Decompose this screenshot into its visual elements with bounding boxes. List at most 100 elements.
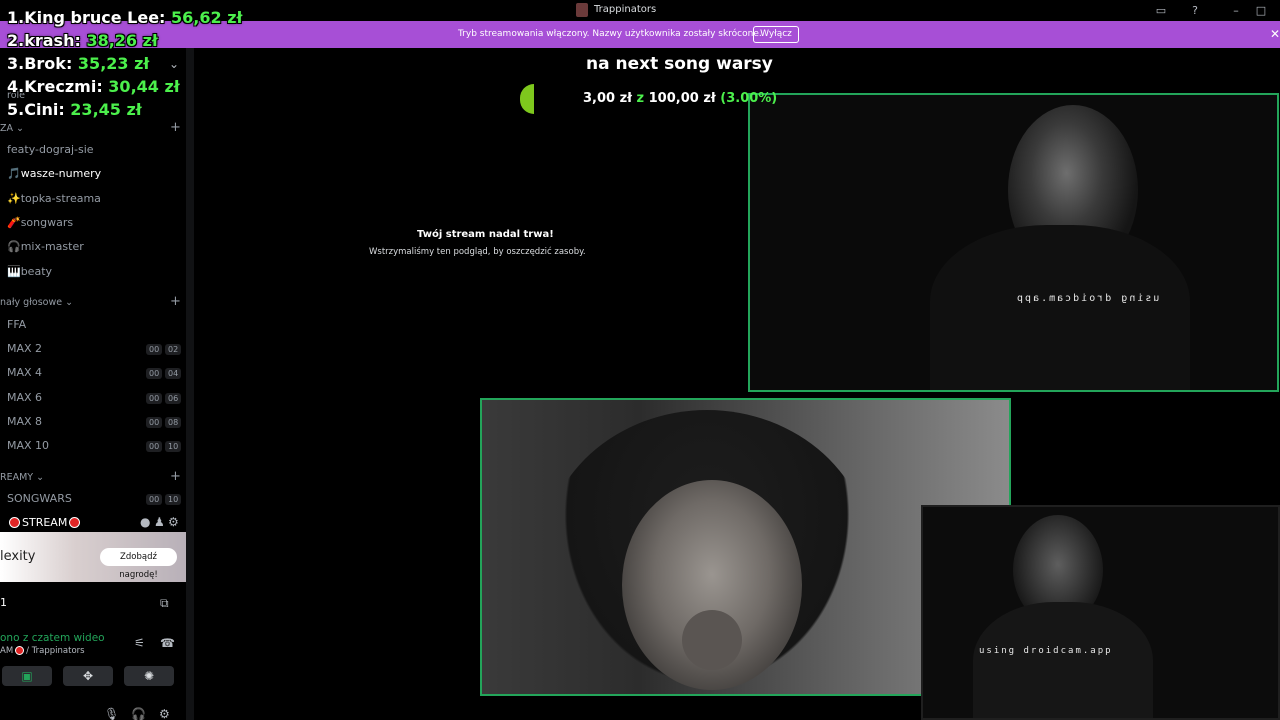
donor-amount: 38,26 zł — [86, 31, 158, 50]
droidcam-watermark: using droidcam.app — [1015, 293, 1160, 304]
goal-current: 3,00 zł — [583, 91, 632, 106]
add-channel-icon[interactable]: + — [170, 120, 181, 135]
live-dot-icon — [15, 646, 25, 655]
channel-label: beaty — [20, 265, 53, 278]
voice-channel[interactable]: MAX 8 — [7, 415, 42, 428]
participant-hand — [682, 610, 742, 670]
channel-label: SONGWARS — [7, 492, 72, 505]
participant-body — [973, 602, 1153, 718]
donor-row: 5.Cini: 23,45 zł — [7, 98, 242, 121]
donor-amount: 35,23 zł — [77, 54, 150, 73]
disconnect-icon[interactable]: ☎ — [160, 636, 175, 650]
goal-progress-arc — [520, 84, 534, 114]
voice-channel[interactable]: MAX 2 — [7, 342, 42, 355]
goal-separator: z — [636, 91, 645, 106]
category-label: ZA — [0, 123, 14, 134]
user-limit-badge: 02 — [165, 344, 182, 355]
user-number: 1 — [0, 596, 7, 609]
text-channel[interactable]: ✨topka-streama — [7, 192, 101, 205]
add-voice-channel-icon[interactable]: + — [170, 294, 181, 309]
user-count-badge: 00 — [146, 393, 163, 404]
channel-emoji-icon: ✨ — [7, 192, 21, 205]
donor-row: 4.Kreczmi: 30,44 zł — [7, 75, 242, 98]
screen-share-icon[interactable]: ⧉ — [160, 596, 169, 611]
channel-label: topka-streama — [20, 192, 101, 205]
donor-rank: 1. — [7, 8, 25, 27]
channel-emoji-icon: 🎵 — [7, 167, 21, 180]
channel-emoji-icon: 🎹 — [7, 265, 21, 278]
server-name: / Trappinators — [26, 646, 85, 656]
channel-emoji-icon: 🎧 — [7, 240, 21, 253]
text-channel[interactable]: 🎵wasze-numery — [7, 167, 101, 180]
goal-percent: (3.00%) — [720, 91, 778, 106]
channel-emoji-icon: 🧨 — [7, 216, 21, 229]
promo-name: lexity — [0, 549, 36, 564]
banner-message: Tryb streamowania włączony. Nazwy użytko… — [458, 29, 762, 39]
chat-icon[interactable]: ● — [140, 515, 150, 529]
stream-voice-channel[interactable]: SONGWARS — [7, 492, 72, 505]
voice-channel[interactable]: MAX 6 — [7, 391, 42, 404]
channel-sidebar: role ⌄ ZA ⌄ + nały głosowe ⌄ + REAMY ⌄ +… — [0, 48, 186, 720]
goal-amount: 3,00 zł z 100,00 zł (3.00%) — [583, 91, 777, 106]
claim-reward-button[interactable]: Zdobądź nagrodę! — [100, 548, 177, 580]
voice-channel[interactable]: MAX 10 — [7, 439, 49, 452]
donor-name: Cini: — [24, 100, 65, 119]
live-dot-icon — [69, 517, 80, 528]
activities-button[interactable]: ✥ — [63, 666, 113, 686]
donor-rank: 3. — [7, 54, 25, 73]
user-count-badge: 00 — [146, 368, 163, 379]
minimize-button[interactable]: – — [1228, 3, 1244, 18]
window-title: Trappinators — [594, 4, 657, 15]
user-settings-icon[interactable]: ⚙ — [159, 707, 170, 720]
paused-stream-title: Twój stream nadal trwa! — [417, 229, 554, 240]
disable-streamer-mode-button[interactable]: Wyłącz — [753, 26, 799, 43]
channel-label: mix-master — [20, 240, 84, 253]
top-donors-list: 1.King bruce Lee: 56,62 zł 2.krash: 38,26… — [7, 6, 242, 121]
voice-channel[interactable]: MAX 4 — [7, 366, 42, 379]
user-count-badge: 00 — [146, 441, 163, 452]
donor-name: Brok: — [24, 54, 73, 73]
live-stream-channel[interactable]: STREAM ● ♟ ⚙ — [0, 513, 186, 533]
goal-title: na next song warsy — [586, 54, 773, 74]
user-count-badge: 00 — [146, 494, 163, 505]
gear-icon[interactable]: ⚙ — [168, 515, 179, 529]
donor-row: 3.Brok: 35,23 zł — [7, 52, 242, 75]
headphones-icon[interactable]: 🎧 — [131, 707, 146, 720]
close-icon[interactable]: ✕ — [1270, 27, 1280, 41]
channel-label: featy-dograj-sie — [7, 143, 94, 156]
text-channel[interactable]: 🎧mix-master — [7, 240, 84, 253]
text-channel[interactable]: featy-dograj-sie — [7, 143, 94, 156]
voice-connection-status: ono z czatem wideo — [0, 632, 105, 644]
category-label: nały głosowe — [0, 297, 63, 308]
camera-button[interactable]: ▣ — [2, 666, 52, 686]
promo-card: lexity Zdobądź nagrodę! — [0, 532, 186, 582]
text-channel[interactable]: 🧨songwars — [7, 216, 73, 229]
user-count-badge: 00 — [146, 417, 163, 428]
maximize-button[interactable]: □ — [1253, 3, 1269, 18]
voice-channel[interactable]: FFA — [7, 318, 26, 331]
add-member-icon[interactable]: ♟ — [154, 515, 165, 529]
category-text-channels[interactable]: ZA ⌄ — [0, 123, 24, 134]
text-channel[interactable]: 🎹beaty — [7, 265, 52, 278]
help-icon[interactable]: ? — [1187, 3, 1203, 18]
category-voice-channels[interactable]: nały głosowe ⌄ — [0, 297, 73, 308]
live-channel-label: STREAM — [22, 516, 68, 529]
user-limit-badge: 04 — [165, 368, 182, 379]
video-tile-droidcam-2[interactable]: using droidcam.app — [921, 505, 1280, 720]
server-icon — [576, 3, 588, 17]
sidebar-divider — [186, 48, 194, 720]
user-limit-badge: 10 — [165, 441, 182, 452]
noise-suppression-icon[interactable]: ⚟ — [134, 636, 145, 650]
user-limit-badge: 06 — [165, 393, 182, 404]
video-tile-droidcam-1[interactable]: using droidcam.app — [748, 93, 1279, 392]
category-streams[interactable]: REAMY ⌄ — [0, 472, 44, 483]
user-limit-badge: 08 — [165, 417, 182, 428]
add-stream-channel-icon[interactable]: + — [170, 469, 181, 484]
inbox-icon[interactable]: ▭ — [1153, 3, 1169, 18]
donor-name: King bruce Lee: — [24, 8, 166, 27]
donor-rank: 2. — [7, 31, 25, 50]
microphone-icon[interactable]: 🎙 — [104, 707, 119, 720]
soundboard-button[interactable]: ✺ — [124, 666, 174, 686]
channel-prefix: AM — [0, 646, 14, 656]
live-dot-icon — [9, 517, 20, 528]
